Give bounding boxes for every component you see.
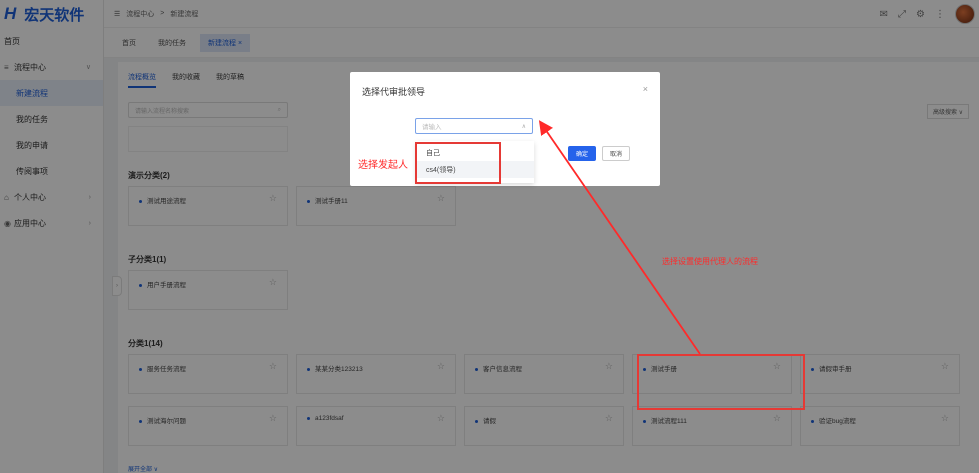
annotation-label: 选择发起人 (358, 160, 408, 171)
confirm-button[interactable]: 确定 (568, 146, 596, 161)
close-icon[interactable]: × (643, 84, 648, 94)
annotation-box (415, 142, 501, 184)
dialog-title: 选择代审批领导 (362, 87, 426, 97)
modal-overlay[interactable] (0, 0, 979, 473)
annotation-label: 选择设置使用代理人的流程 (662, 257, 758, 266)
annotation-box (637, 354, 805, 410)
chevron-up-icon: ∧ (521, 123, 526, 130)
approver-select[interactable]: 请输入 ∧ (415, 118, 533, 134)
cancel-button[interactable]: 取消 (602, 146, 630, 161)
select-placeholder: 请输入 (422, 124, 442, 131)
